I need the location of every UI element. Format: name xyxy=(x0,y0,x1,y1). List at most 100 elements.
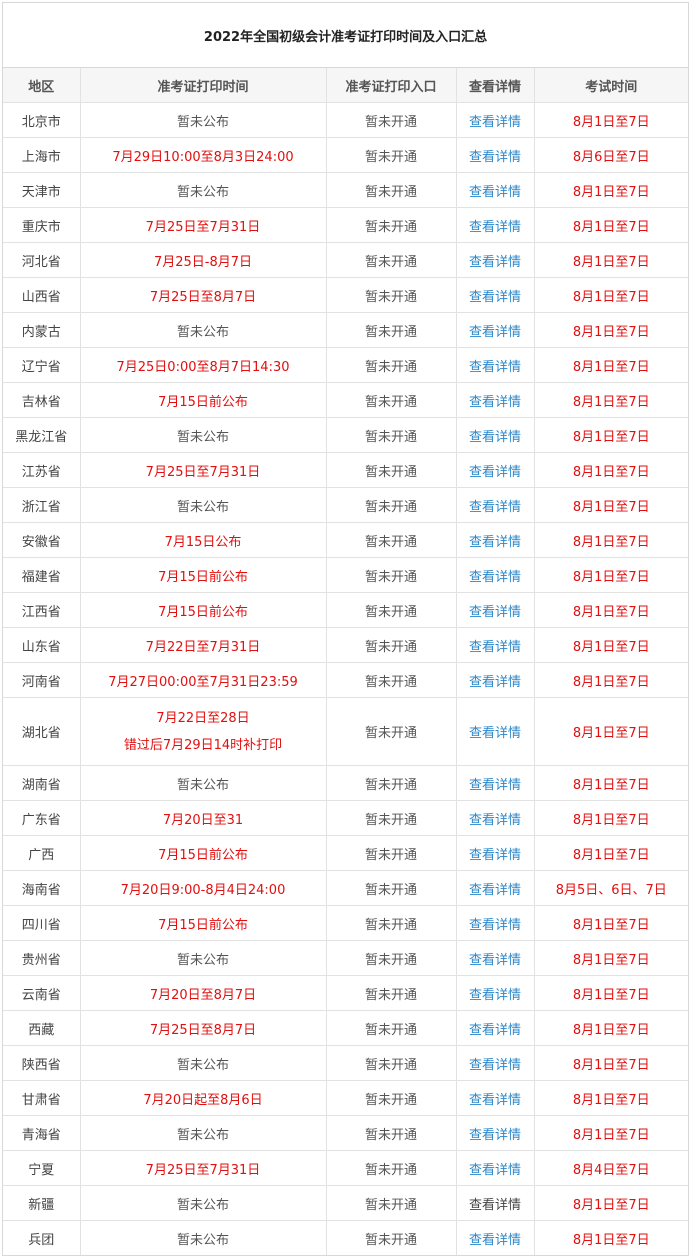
print-time-text: 7月15日前公布 xyxy=(158,394,248,410)
exam-time-cell: 8月1日至7日 xyxy=(533,417,688,453)
region-cell: 河南省 xyxy=(3,662,81,698)
view-details-link[interactable]: 查看详情 xyxy=(469,988,521,1003)
exam-time-cell: 8月1日至7日 xyxy=(533,487,688,523)
table-row: 湖北省 7月22日至28日 错过后7月29日14时补打印 暂未开通 查看详情 8月1日至7… xyxy=(3,697,688,766)
print-time-cell: 7月25日至7月31日 xyxy=(79,1150,327,1186)
view-details-link[interactable]: 查看详情 xyxy=(469,1128,521,1143)
view-details-link[interactable]: 查看详情 xyxy=(469,360,521,375)
view-details-link[interactable]: 查看详情 xyxy=(469,1163,521,1178)
view-details-link[interactable]: 查看详情 xyxy=(469,813,521,828)
print-time-cell: 7月25日至7月31日 xyxy=(79,452,327,488)
region-cell: 上海市 xyxy=(3,137,81,173)
view-details-link[interactable]: 查看详情 xyxy=(469,325,521,340)
details-cell: 查看详情 xyxy=(455,905,535,941)
exam-time-cell: 8月1日至7日 xyxy=(533,1010,688,1046)
exam-time-cell: 8月1日至7日 xyxy=(533,940,688,976)
view-details-link[interactable]: 查看详情 xyxy=(469,640,521,655)
details-cell: 查看详情 xyxy=(455,940,535,976)
print-entry-status: 暂未开通 xyxy=(325,277,457,313)
view-details-link[interactable]: 查看详情 xyxy=(469,953,521,968)
print-entry-status: 暂未开通 xyxy=(325,1045,457,1081)
print-entry-status: 暂未开通 xyxy=(325,662,457,698)
print-entry-status: 暂未开通 xyxy=(325,835,457,871)
exam-time-cell: 8月1日至7日 xyxy=(533,382,688,418)
region-cell: 山西省 xyxy=(3,277,81,313)
print-time-cell: 暂未公布 xyxy=(79,417,327,453)
print-time-cell: 7月15日公布 xyxy=(79,522,327,558)
details-cell: 查看详情 xyxy=(455,277,535,313)
view-details-link[interactable]: 查看详情 xyxy=(469,726,521,741)
region-cell: 北京市 xyxy=(3,102,81,138)
print-time-cell: 暂未公布 xyxy=(79,312,327,348)
details-cell: 查看详情 xyxy=(455,975,535,1011)
region-cell: 内蒙古 xyxy=(3,312,81,348)
exam-time-cell: 8月1日至7日 xyxy=(533,697,688,766)
view-details-link[interactable]: 查看详情 xyxy=(469,430,521,445)
print-time-cell: 7月15日前公布 xyxy=(79,905,327,941)
region-cell: 吉林省 xyxy=(3,382,81,418)
region-cell: 广西 xyxy=(3,835,81,871)
table-row: 广东省 7月20日至31 暂未开通 查看详情 8月1日至7日 xyxy=(3,800,688,836)
print-time-text: 暂未公布 xyxy=(176,429,229,445)
region-cell: 山东省 xyxy=(3,627,81,663)
exam-time-cell: 8月1日至7日 xyxy=(533,662,688,698)
table-row: 重庆市 7月25日至7月31日 暂未开通 查看详情 8月1日至7日 xyxy=(3,207,688,243)
print-time-text: 7月25日-8月7日 xyxy=(153,254,253,270)
view-details-link[interactable]: 查看详情 xyxy=(469,185,521,200)
print-entry-status: 暂未开通 xyxy=(325,417,457,453)
print-entry-status: 暂未开通 xyxy=(325,522,457,558)
view-details-link[interactable]: 查看详情 xyxy=(469,465,521,480)
print-time-text: 暂未公布 xyxy=(176,499,229,515)
region-cell: 陕西省 xyxy=(3,1045,81,1081)
column-header-exam-time: 考试时间 xyxy=(533,68,688,103)
view-details-link[interactable]: 查看详情 xyxy=(469,848,521,863)
view-details-link[interactable]: 查看详情 xyxy=(469,115,521,130)
view-details-link[interactable]: 查看详情 xyxy=(469,883,521,898)
print-entry-status: 暂未开通 xyxy=(325,800,457,836)
view-details-link[interactable]: 查看详情 xyxy=(469,1233,521,1248)
view-details-link[interactable]: 查看详情 xyxy=(469,675,521,690)
view-details-link[interactable]: 查看详情 xyxy=(469,395,521,410)
view-details-link[interactable]: 查看详情 xyxy=(469,1058,521,1073)
view-details-link[interactable]: 查看详情 xyxy=(469,535,521,550)
exam-time-cell: 8月1日至7日 xyxy=(533,1045,688,1081)
view-details-link[interactable]: 查看详情 xyxy=(469,778,521,793)
print-time-cell: 7月29日10:00至8月3日24:00 xyxy=(79,137,327,173)
table-row: 云南省 7月20日至8月7日 暂未开通 查看详情 8月1日至7日 xyxy=(3,975,688,1011)
print-time-cell: 暂未公布 xyxy=(79,1220,327,1255)
print-entry-status: 暂未开通 xyxy=(325,592,457,628)
table-row: 福建省 7月15日前公布 暂未开通 查看详情 8月1日至7日 xyxy=(3,557,688,593)
view-details-link[interactable]: 查看详情 xyxy=(469,290,521,305)
region-cell: 广东省 xyxy=(3,800,81,836)
table-row: 安徽省 7月15日公布 暂未开通 查看详情 8月1日至7日 xyxy=(3,522,688,558)
print-time-text: 错过后7月29日14时补打印 xyxy=(123,737,283,753)
table-row: 上海市 7月29日10:00至8月3日24:00 暂未开通 查看详情 8月6日至7日 xyxy=(3,137,688,173)
exam-time-cell: 8月1日至7日 xyxy=(533,172,688,208)
details-cell: 查看详情 xyxy=(455,1080,535,1116)
view-details-link[interactable]: 查看详情 xyxy=(469,918,521,933)
view-details-link[interactable]: 查看详情 xyxy=(469,605,521,620)
region-cell: 湖南省 xyxy=(3,765,81,801)
table-body: 北京市 暂未公布 暂未开通 查看详情 8月1日至7日 上海市 7月29日10:00至8月3日… xyxy=(3,102,688,1255)
region-cell: 湖北省 xyxy=(3,697,81,766)
details-cell: 查看详情 xyxy=(455,207,535,243)
print-time-cell: 暂未公布 xyxy=(79,102,327,138)
print-entry-status: 暂未开通 xyxy=(325,697,457,766)
print-time-cell: 7月20日9:00-8月4日24:00 xyxy=(79,870,327,906)
region-cell: 安徽省 xyxy=(3,522,81,558)
view-details-link[interactable]: 查看详情 xyxy=(469,255,521,270)
print-time-cell: 7月25日至7月31日 xyxy=(79,207,327,243)
view-details-link[interactable]: 查看详情 xyxy=(469,1093,521,1108)
details-cell: 查看详情 xyxy=(455,522,535,558)
table-row: 江西省 7月15日前公布 暂未开通 查看详情 8月1日至7日 xyxy=(3,592,688,628)
print-time-text: 7月15日前公布 xyxy=(158,569,248,585)
region-cell: 新疆 xyxy=(3,1185,81,1221)
print-time-cell: 暂未公布 xyxy=(79,1185,327,1221)
print-time-text: 7月15日前公布 xyxy=(158,847,248,863)
view-details-link[interactable]: 查看详情 xyxy=(469,570,521,585)
view-details-link[interactable]: 查看详情 xyxy=(469,500,521,515)
column-header-region: 地区 xyxy=(3,68,81,103)
view-details-link[interactable]: 查看详情 xyxy=(469,150,521,165)
view-details-link[interactable]: 查看详情 xyxy=(469,1023,521,1038)
view-details-link[interactable]: 查看详情 xyxy=(469,220,521,235)
